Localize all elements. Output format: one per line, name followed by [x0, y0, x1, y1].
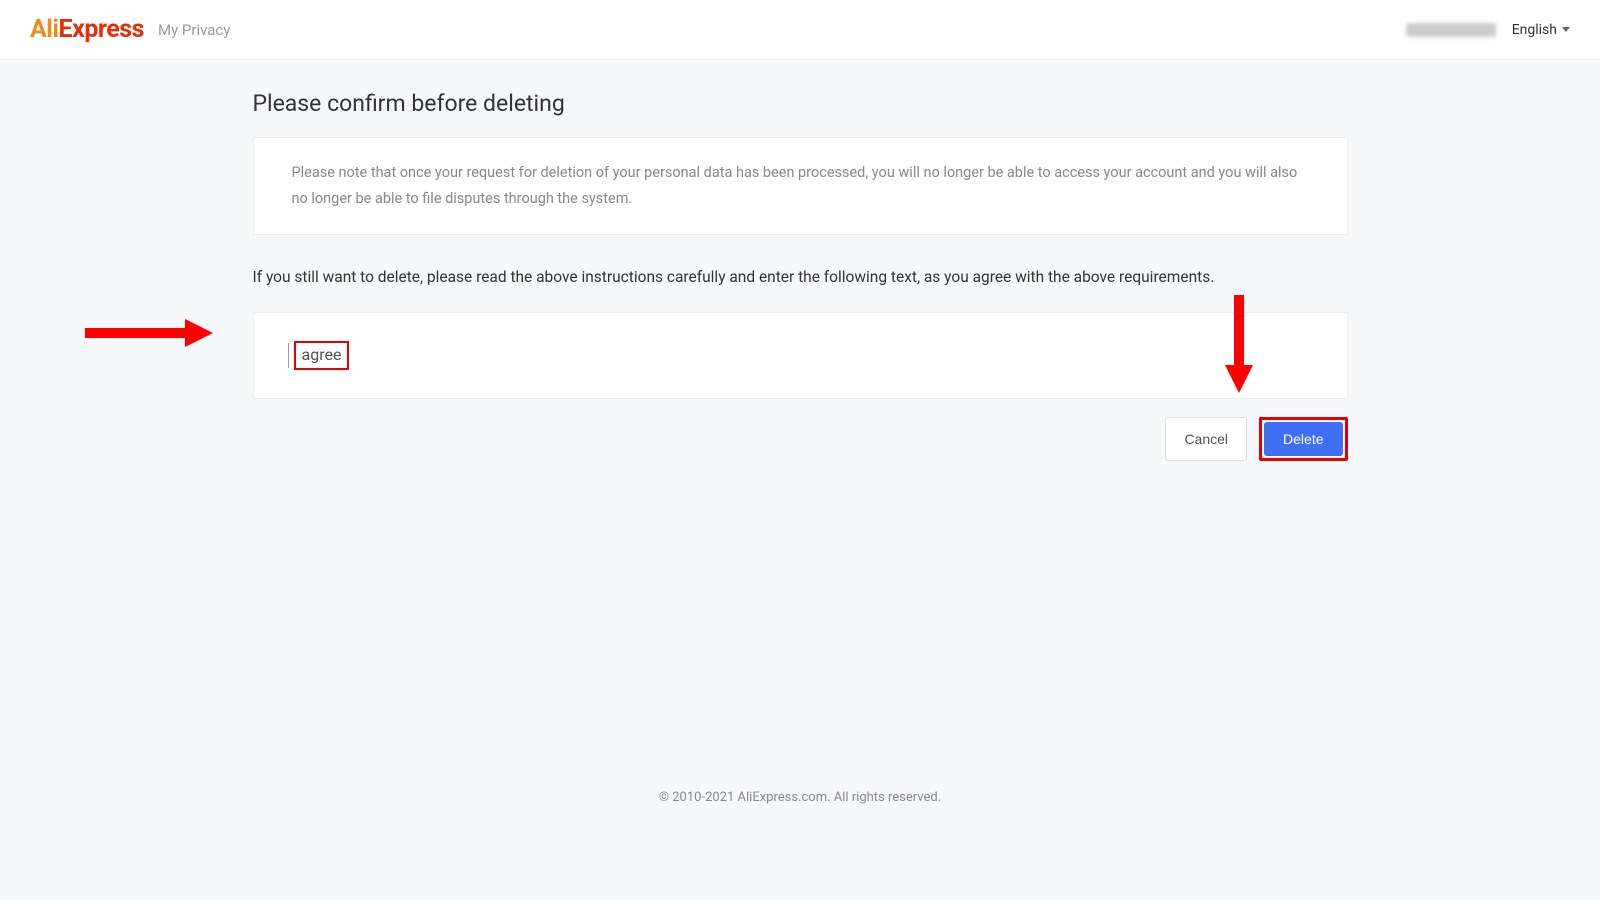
logo-part2: Express: [59, 15, 144, 44]
input-card: agree: [253, 312, 1348, 399]
agree-input[interactable]: agree: [294, 341, 350, 370]
copyright-text: © 2010-2021 AliExpress.com. All rights r…: [659, 790, 941, 805]
footer: © 2010-2021 AliExpress.com. All rights r…: [0, 790, 1600, 805]
language-label: English: [1512, 22, 1557, 38]
logo[interactable]: AliExpress: [30, 15, 144, 44]
logo-part1: Ali: [30, 15, 59, 44]
page-title: Please confirm before deleting: [253, 90, 1348, 117]
chevron-down-icon: [1562, 27, 1570, 32]
delete-highlight: Delete: [1259, 417, 1347, 461]
header-left: AliExpress My Privacy: [30, 15, 230, 44]
delete-button[interactable]: Delete: [1264, 422, 1342, 456]
page-header: AliExpress My Privacy English: [0, 0, 1600, 60]
language-selector[interactable]: English: [1512, 22, 1570, 38]
header-right: English: [1406, 22, 1570, 38]
notice-text: Please note that once your request for d…: [292, 160, 1309, 212]
notice-card: Please note that once your request for d…: [253, 137, 1348, 235]
section-label: My Privacy: [158, 21, 230, 39]
annotation-arrow-left: [85, 328, 185, 338]
user-name-redacted: [1406, 23, 1496, 37]
instruction-text: If you still want to delete, please read…: [253, 265, 1348, 290]
cancel-button[interactable]: Cancel: [1165, 417, 1247, 461]
main-content: Please confirm before deleting Please no…: [253, 60, 1348, 461]
action-row: Cancel Delete: [253, 417, 1348, 461]
annotation-arrow-down: [1225, 295, 1253, 365]
